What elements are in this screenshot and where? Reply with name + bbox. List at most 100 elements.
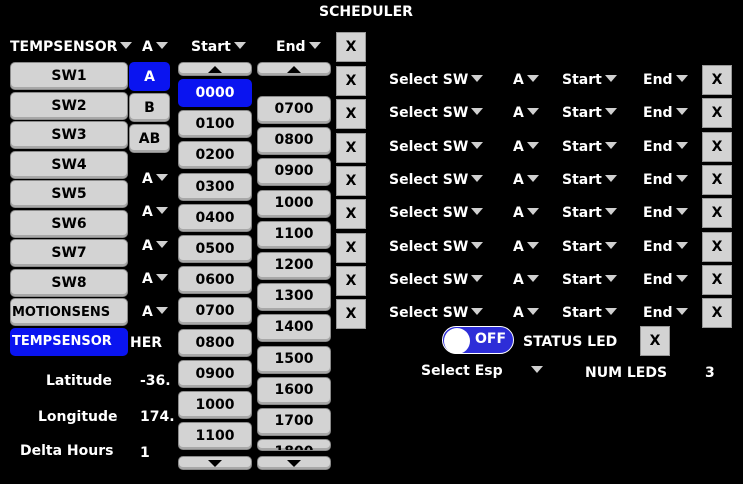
start-scroll-down-button[interactable]: [178, 456, 252, 470]
longitude-value[interactable]: 174.: [140, 408, 175, 426]
end-time-option[interactable]: 1100: [257, 220, 331, 249]
row-clear-button[interactable]: X: [702, 198, 732, 229]
row-mode-select[interactable]: A: [142, 170, 168, 188]
end-time-option[interactable]: 1700: [257, 408, 331, 436]
switch-option[interactable]: SW7: [10, 239, 128, 267]
row-clear-button[interactable]: X: [702, 98, 732, 129]
end-time-option[interactable]: 1800: [257, 439, 331, 452]
start-time-option[interactable]: 0700: [178, 297, 252, 326]
start-time-option[interactable]: 0300: [178, 172, 252, 201]
row-switch-select[interactable]: Select SW: [389, 138, 484, 156]
start-time-option[interactable]: 1000: [178, 391, 252, 419]
row-switch-select[interactable]: Select SW: [389, 304, 484, 322]
row-switch-select[interactable]: Select SW: [389, 71, 484, 89]
end-time-option[interactable]: 1000: [257, 189, 331, 218]
end-time-option[interactable]: 1600: [257, 376, 331, 405]
row-end-select[interactable]: End: [643, 271, 688, 289]
header-mode-select[interactable]: A: [142, 38, 168, 56]
start-time-option[interactable]: 0500: [178, 235, 252, 263]
start-time-option[interactable]: 0000: [178, 79, 252, 107]
row-start-select[interactable]: Start: [562, 138, 617, 156]
start-scroll-up-button[interactable]: [178, 62, 252, 76]
row-clear-button[interactable]: X: [702, 231, 732, 262]
switch-option[interactable]: SW8: [10, 268, 128, 297]
switch-option[interactable]: SW2: [10, 91, 128, 120]
row-start-select[interactable]: Start: [562, 104, 617, 122]
start-time-option[interactable]: 1100: [178, 422, 252, 451]
row-clear-button[interactable]: X: [336, 66, 366, 96]
row-clear-button[interactable]: X: [702, 65, 732, 95]
row-mode-select[interactable]: A: [513, 71, 539, 89]
start-time-option[interactable]: 0200: [178, 141, 252, 170]
row-clear-button[interactable]: X: [336, 199, 366, 230]
start-time-option[interactable]: 0600: [178, 266, 252, 295]
switch-option[interactable]: MOTIONSENS: [10, 298, 128, 326]
row-clear-button[interactable]: X: [336, 99, 366, 130]
delta-hours-value[interactable]: 1: [140, 444, 150, 462]
row-start-select[interactable]: Start: [562, 238, 617, 256]
row-clear-button[interactable]: X: [336, 299, 366, 330]
header-end-select[interactable]: End: [276, 38, 321, 56]
row-clear-button[interactable]: X: [702, 164, 732, 195]
row-clear-button[interactable]: X: [336, 232, 366, 263]
row-mode-select[interactable]: A: [142, 303, 168, 321]
row-mode-select[interactable]: A: [513, 238, 539, 256]
sensor-select[interactable]: TEMPSENSOR: [10, 38, 133, 56]
row-start-select[interactable]: Start: [562, 271, 617, 289]
esp-select[interactable]: Select Esp: [421, 362, 543, 380]
row-mode-select[interactable]: A: [513, 138, 539, 156]
row-clear-button[interactable]: X: [336, 265, 366, 296]
switch-option[interactable]: SW6: [10, 209, 128, 238]
start-time-option[interactable]: 0100: [178, 110, 252, 139]
row-switch-select[interactable]: Select SW: [389, 238, 484, 256]
row-start-select[interactable]: Start: [562, 204, 617, 222]
end-time-option[interactable]: 0700: [257, 96, 331, 124]
row-clear-button[interactable]: X: [702, 131, 732, 162]
num-leds-value[interactable]: 3: [705, 364, 715, 382]
row-end-select[interactable]: End: [643, 204, 688, 222]
mode-option[interactable]: A: [129, 62, 170, 91]
row-mode-select[interactable]: A: [513, 204, 539, 222]
row-clear-button[interactable]: X: [702, 298, 732, 329]
row-mode-select[interactable]: A: [142, 203, 168, 221]
row-start-select[interactable]: Start: [562, 304, 617, 322]
row-mode-select[interactable]: A: [513, 171, 539, 189]
row-switch-select[interactable]: Select SW: [389, 271, 484, 289]
row-end-select[interactable]: End: [643, 104, 688, 122]
start-time-option[interactable]: 0800: [178, 328, 252, 357]
row-switch-select[interactable]: Select SW: [389, 171, 484, 189]
header-start-select[interactable]: Start: [191, 38, 246, 56]
end-scroll-up-button[interactable]: [257, 62, 331, 76]
switch-option[interactable]: SW3: [10, 121, 128, 149]
row-mode-select[interactable]: A: [513, 304, 539, 322]
row-start-select[interactable]: Start: [562, 71, 617, 89]
status-toggle[interactable]: OFF: [442, 326, 514, 354]
row-end-select[interactable]: End: [643, 71, 688, 89]
latitude-value[interactable]: -36.: [140, 372, 171, 390]
row-clear-button[interactable]: X: [336, 132, 366, 163]
row-mode-select[interactable]: A: [142, 270, 168, 288]
row-mode-select[interactable]: A: [513, 271, 539, 289]
row-clear-button[interactable]: X: [336, 165, 366, 196]
row-end-select[interactable]: End: [643, 304, 688, 322]
row-end-select[interactable]: End: [643, 238, 688, 256]
row-switch-select[interactable]: Select SW: [389, 204, 484, 222]
row-start-select[interactable]: Start: [562, 171, 617, 189]
mode-option[interactable]: B: [129, 93, 170, 122]
end-time-option[interactable]: 0800: [257, 127, 331, 156]
mode-option[interactable]: AB: [129, 124, 170, 153]
end-scroll-down-button[interactable]: [257, 456, 331, 470]
end-time-option[interactable]: 1200: [257, 252, 331, 280]
row-clear-button[interactable]: X: [702, 264, 732, 295]
end-time-option[interactable]: 0900: [257, 158, 331, 187]
end-time-option[interactable]: 1400: [257, 314, 331, 343]
row-end-select[interactable]: End: [643, 138, 688, 156]
end-time-option[interactable]: 1500: [257, 345, 331, 374]
switch-option[interactable]: SW1: [10, 62, 128, 90]
row-mode-select[interactable]: A: [513, 104, 539, 122]
row-switch-select[interactable]: Select SW: [389, 104, 484, 122]
start-time-option[interactable]: 0400: [178, 203, 252, 232]
end-time-option[interactable]: 1300: [257, 283, 331, 312]
status-led-clear-button[interactable]: X: [640, 326, 670, 356]
start-time-option[interactable]: 0900: [178, 359, 252, 388]
